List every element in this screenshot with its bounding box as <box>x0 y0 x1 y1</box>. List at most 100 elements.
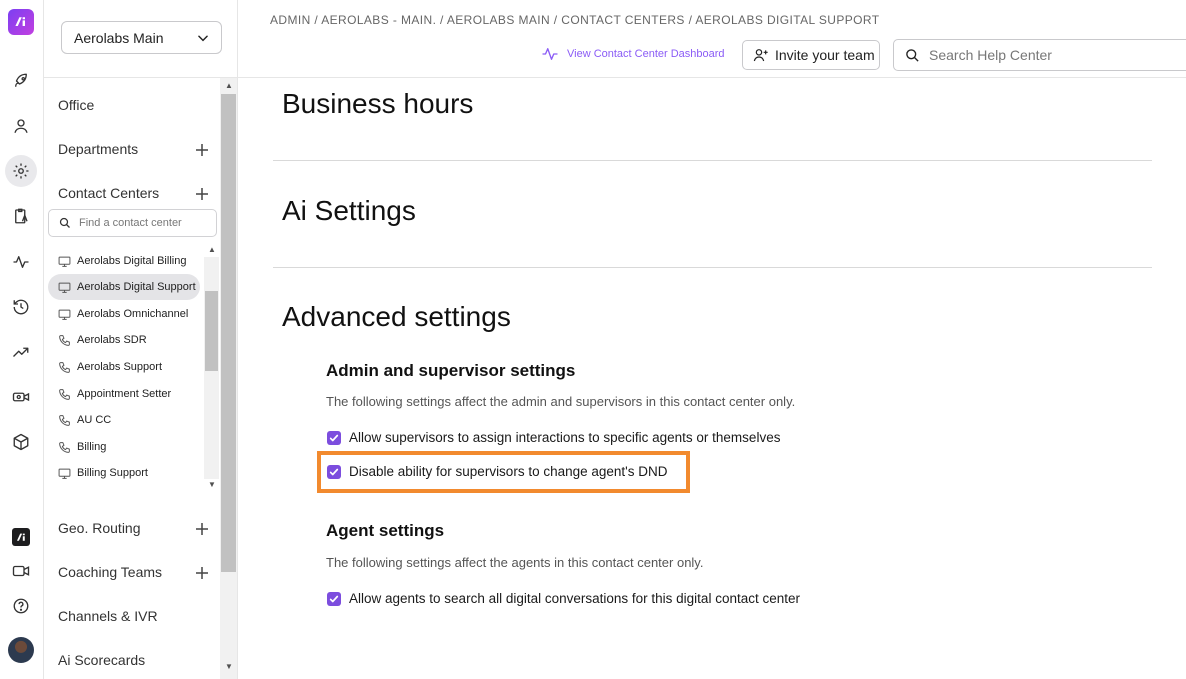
activity-icon <box>542 48 558 60</box>
ai-settings-heading[interactable]: Ai Settings <box>282 195 416 227</box>
agent-settings-description: The following settings affect the agents… <box>326 555 704 570</box>
breadcrumb[interactable]: ADMIN / AEROLABS - MAIN. / AEROLABS MAIN… <box>270 13 879 27</box>
ai-logo-icon[interactable] <box>12 528 30 546</box>
contact-center-search-placeholder: Find a contact center <box>79 217 182 229</box>
add-geo-routing-icon[interactable] <box>195 522 209 536</box>
add-coaching-team-icon[interactable] <box>195 566 209 580</box>
check-icon <box>329 595 339 602</box>
section-divider <box>273 267 1152 268</box>
contact-center-item[interactable]: Appointment Setter <box>48 381 200 407</box>
workspace-select-label: Aerolabs Main <box>74 29 164 46</box>
video-icon[interactable] <box>9 559 33 583</box>
contact-center-label: Billing Support <box>77 467 148 479</box>
monitor-icon <box>58 468 71 479</box>
agent-search-checkbox[interactable] <box>327 591 341 606</box>
view-dashboard-link[interactable]: View Contact Center Dashboard <box>541 45 725 63</box>
monitor-icon <box>58 282 71 293</box>
business-hours-heading[interactable]: Business hours <box>282 88 473 120</box>
contact-center-label: Billing <box>77 441 107 453</box>
video-settings-icon[interactable] <box>9 385 33 409</box>
agent-search-option[interactable]: Allow agents to search all digital conve… <box>327 591 800 606</box>
contact-center-item[interactable]: Aerolabs Support <box>48 354 200 380</box>
nav-coaching-teams[interactable]: Coaching Teams <box>58 564 162 580</box>
contact-center-item[interactable]: Billing <box>48 434 200 460</box>
disable-dnd-label: Disable ability for supervisors to chang… <box>349 464 668 479</box>
contact-center-item[interactable]: Aerolabs Omnichannel <box>48 301 200 327</box>
invite-team-button[interactable]: Invite your team <box>742 40 880 70</box>
nav-geo-routing[interactable]: Geo. Routing <box>58 520 141 536</box>
clipboard-icon[interactable] <box>9 204 33 228</box>
nav-departments[interactable]: Departments <box>58 141 138 157</box>
monitor-icon <box>58 309 71 320</box>
invite-team-label: Invite your team <box>775 47 875 63</box>
agent-search-label: Allow agents to search all digital conve… <box>349 591 800 606</box>
assign-interactions-label: Allow supervisors to assign interactions… <box>349 430 781 445</box>
scrollbar-thumb[interactable] <box>205 291 218 371</box>
check-icon <box>329 434 339 441</box>
scroll-up-arrow-icon[interactable]: ▲ <box>208 246 216 254</box>
phone-icon <box>59 414 70 426</box>
assign-interactions-checkbox[interactable] <box>327 430 341 445</box>
contact-center-search-input[interactable]: Find a contact center <box>48 209 217 237</box>
contact-center-item-selected[interactable]: Aerolabs Digital Support <box>48 274 200 300</box>
contact-center-item[interactable]: AU CC <box>48 407 200 433</box>
add-department-icon[interactable] <box>195 143 209 157</box>
workspace-select[interactable]: Aerolabs Main <box>61 21 222 54</box>
settings-sidebar: Aerolabs Main Office Departments Contact… <box>44 0 238 679</box>
avatar[interactable] <box>8 637 34 663</box>
contact-center-label: Aerolabs SDR <box>77 334 147 346</box>
header-divider <box>238 77 1186 78</box>
add-contact-center-icon[interactable] <box>195 187 209 201</box>
chevron-down-icon <box>198 35 208 42</box>
contact-center-item[interactable]: Billing Support <box>48 460 200 486</box>
nav-ai-scorecards[interactable]: Ai Scorecards <box>58 652 145 668</box>
contact-center-list-scrollbar[interactable]: ▲ ▼ <box>204 243 219 493</box>
advanced-settings-heading[interactable]: Advanced settings <box>282 301 511 333</box>
icon-rail <box>0 0 44 679</box>
cube-icon[interactable] <box>9 430 33 454</box>
search-icon <box>59 217 70 228</box>
view-dashboard-label: View Contact Center Dashboard <box>567 48 725 60</box>
contact-center-item[interactable]: Aerolabs Digital Billing <box>48 248 200 274</box>
contact-center-label: Aerolabs Digital Support <box>77 281 196 293</box>
activity-icon[interactable] <box>9 250 33 274</box>
gear-icon[interactable] <box>5 155 37 187</box>
contact-center-item[interactable]: Aerolabs SDR <box>48 327 200 353</box>
nav-contact-centers[interactable]: Contact Centers <box>58 185 159 201</box>
phone-icon <box>59 334 70 346</box>
add-user-icon <box>753 49 768 62</box>
contact-center-label: Aerolabs Digital Billing <box>77 255 187 267</box>
user-icon[interactable] <box>9 114 33 138</box>
help-icon[interactable] <box>9 594 33 618</box>
rocket-icon[interactable] <box>9 69 33 93</box>
search-icon <box>906 49 919 62</box>
phone-icon <box>59 388 70 400</box>
trending-icon[interactable] <box>9 340 33 364</box>
nav-office[interactable]: Office <box>58 97 94 113</box>
phone-icon <box>59 441 70 453</box>
contact-center-label: Appointment Setter <box>77 388 172 400</box>
help-center-search-placeholder: Search Help Center <box>929 47 1052 63</box>
nav-channels-ivr[interactable]: Channels & IVR <box>58 608 158 624</box>
sidebar-scrollbar[interactable]: ▲ ▼ <box>220 78 237 679</box>
sidebar-divider <box>44 77 237 78</box>
disable-dnd-checkbox[interactable] <box>327 464 341 479</box>
admin-settings-title: Admin and supervisor settings <box>326 361 576 380</box>
app-logo[interactable] <box>8 9 34 35</box>
admin-settings-description: The following settings affect the admin … <box>326 394 796 409</box>
history-icon[interactable] <box>9 295 33 319</box>
scroll-down-arrow-icon[interactable]: ▼ <box>225 663 233 671</box>
scroll-down-arrow-icon[interactable]: ▼ <box>208 481 216 489</box>
phone-icon <box>59 361 70 373</box>
check-icon <box>329 468 339 475</box>
disable-dnd-option[interactable]: Disable ability for supervisors to chang… <box>327 464 667 479</box>
help-center-search-input[interactable]: Search Help Center <box>893 39 1186 71</box>
contact-center-label: Aerolabs Support <box>77 361 162 373</box>
section-divider <box>273 160 1152 161</box>
scroll-up-arrow-icon[interactable]: ▲ <box>225 82 233 90</box>
scrollbar-thumb[interactable] <box>221 94 236 572</box>
agent-settings-title: Agent settings <box>326 521 445 540</box>
monitor-icon <box>58 256 71 267</box>
assign-interactions-option[interactable]: Allow supervisors to assign interactions… <box>327 430 780 445</box>
contact-center-label: Aerolabs Omnichannel <box>77 308 189 320</box>
